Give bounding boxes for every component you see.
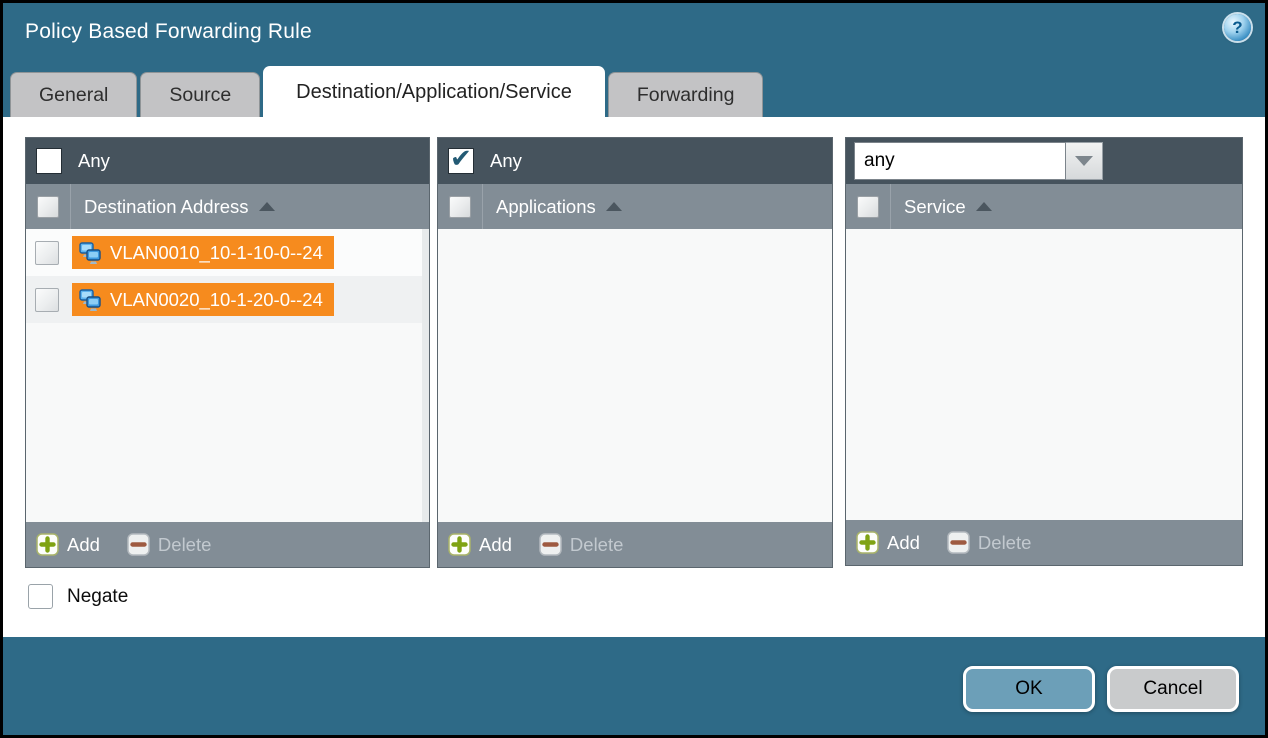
destination-any-checkbox[interactable]: [36, 148, 62, 174]
delete-minus-icon: [947, 531, 970, 554]
destination-delete-button[interactable]: Delete: [127, 533, 211, 556]
applications-header-label: Applications: [496, 196, 596, 218]
applications-selectall-checkbox[interactable]: [449, 196, 471, 218]
destination-selectall-checkbox[interactable]: [37, 196, 59, 218]
header-checkbox-cell: [438, 184, 483, 229]
add-label: Add: [887, 532, 920, 554]
address-chip: VLAN0020_10-1-20-0--24: [72, 283, 334, 316]
tab-forwarding[interactable]: Forwarding: [608, 72, 764, 117]
sort-ascending-icon[interactable]: [976, 202, 992, 211]
policy-forwarding-dialog: Policy Based Forwarding Rule ? General S…: [0, 0, 1268, 738]
add-label: Add: [67, 534, 100, 556]
negate-row: Negate: [28, 584, 128, 609]
header-checkbox-cell: [846, 184, 891, 229]
destination-header-label-wrap: Destination Address: [84, 196, 275, 218]
delete-label: Delete: [158, 534, 211, 556]
add-label: Add: [479, 534, 512, 556]
service-header-label-wrap: Service: [904, 196, 992, 218]
sort-ascending-icon[interactable]: [606, 202, 622, 211]
ok-button[interactable]: OK: [963, 666, 1095, 712]
tab-bar: General Source Destination/Application/S…: [10, 66, 766, 117]
destination-address-list: VLAN0010_10-1-10-0--24 VLAN0020_10-1-20-…: [26, 229, 429, 522]
negate-checkbox[interactable]: [28, 584, 53, 609]
applications-column-header: Applications: [438, 184, 832, 229]
row-checkbox[interactable]: [35, 241, 59, 265]
destination-rows: VLAN0010_10-1-10-0--24 VLAN0020_10-1-20-…: [26, 229, 429, 323]
sort-ascending-icon[interactable]: [259, 202, 275, 211]
destination-any-bar: Any: [26, 138, 429, 184]
header-checkbox-cell: [26, 184, 71, 229]
tab-destination-application-service[interactable]: Destination/Application/Service: [263, 66, 605, 117]
destination-any-label: Any: [78, 150, 110, 172]
tab-general[interactable]: General: [10, 72, 137, 117]
destination-header-label: Destination Address: [84, 196, 249, 218]
destination-add-button[interactable]: Add: [36, 533, 100, 556]
address-chip: VLAN0010_10-1-10-0--24: [72, 236, 334, 269]
service-list: [846, 229, 1242, 520]
applications-panel: Any Applications Add: [437, 137, 833, 568]
add-plus-icon: [856, 531, 879, 554]
dialog-titlebar: Policy Based Forwarding Rule: [3, 3, 1265, 67]
service-dropdown-value[interactable]: any: [854, 142, 1066, 180]
service-add-button[interactable]: Add: [856, 531, 920, 554]
service-header-label: Service: [904, 196, 966, 218]
destination-address-panel: Any Destination Address VLAN0010_10-1-10…: [25, 137, 430, 568]
destination-footer: Add Delete: [26, 522, 429, 567]
list-item[interactable]: VLAN0020_10-1-20-0--24: [26, 276, 429, 323]
applications-add-button[interactable]: Add: [448, 533, 512, 556]
negate-label: Negate: [67, 586, 128, 608]
network-address-icon: [77, 287, 103, 313]
network-address-icon: [77, 240, 103, 266]
applications-footer: Add Delete: [438, 522, 832, 567]
list-item[interactable]: VLAN0010_10-1-10-0--24: [26, 229, 429, 276]
row-checkbox[interactable]: [35, 288, 59, 312]
applications-any-checkbox[interactable]: [448, 148, 474, 174]
tab-source[interactable]: Source: [140, 72, 260, 117]
cancel-button[interactable]: Cancel: [1107, 666, 1239, 712]
delete-label: Delete: [978, 532, 1031, 554]
applications-list: [438, 229, 832, 522]
applications-delete-button[interactable]: Delete: [539, 533, 623, 556]
service-panel: any Service Add: [845, 137, 1243, 566]
service-selectall-checkbox[interactable]: [857, 196, 879, 218]
destination-column-header: Destination Address: [26, 184, 429, 229]
address-chip-label: VLAN0020_10-1-20-0--24: [110, 289, 323, 311]
service-footer: Add Delete: [846, 520, 1242, 565]
service-column-header: Service: [846, 184, 1242, 229]
destination-scrollbar[interactable]: [422, 229, 429, 522]
delete-minus-icon: [539, 533, 562, 556]
add-plus-icon: [36, 533, 59, 556]
help-question-icon[interactable]: ?: [1224, 14, 1251, 41]
dialog-title: Policy Based Forwarding Rule: [25, 20, 312, 44]
applications-any-bar: Any: [438, 138, 832, 184]
delete-label: Delete: [570, 534, 623, 556]
service-dropdown-bar: any: [846, 138, 1242, 184]
delete-minus-icon: [127, 533, 150, 556]
address-chip-label: VLAN0010_10-1-10-0--24: [110, 242, 323, 264]
service-delete-button[interactable]: Delete: [947, 531, 1031, 554]
applications-header-label-wrap: Applications: [496, 196, 622, 218]
add-plus-icon: [448, 533, 471, 556]
service-dropdown[interactable]: any: [854, 142, 1103, 180]
service-dropdown-button[interactable]: [1066, 142, 1103, 180]
chevron-down-icon: [1075, 156, 1093, 166]
applications-any-label: Any: [490, 150, 522, 172]
